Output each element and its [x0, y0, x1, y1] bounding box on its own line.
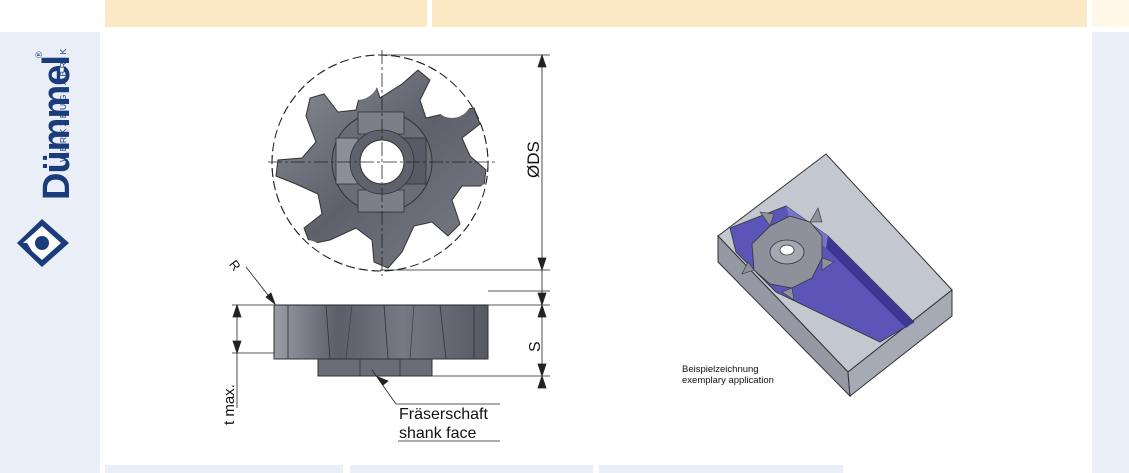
- example-illustration: [717, 153, 953, 398]
- cutter-top-view: [250, 50, 516, 284]
- example-caption-en: exemplary application: [682, 375, 774, 386]
- diameter-label: ØDS: [524, 141, 543, 178]
- shank-face-label-de: Fräserschaft: [399, 406, 488, 423]
- cutter-side-view: [232, 290, 550, 377]
- thickness-dimension: [537, 270, 547, 389]
- technical-drawing: [232, 50, 953, 442]
- depth-label: t max.: [221, 384, 238, 425]
- example-caption-de: Beispielzeichnung: [682, 364, 759, 375]
- thickness-label: S: [527, 341, 544, 352]
- shank-face-label-en: shank face: [399, 425, 477, 442]
- radius-leader: [245, 266, 276, 306]
